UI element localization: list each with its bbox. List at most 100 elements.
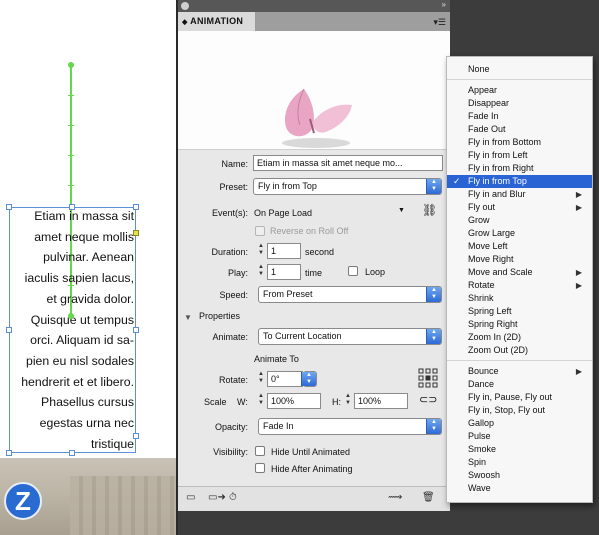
preset-menu-item[interactable]: Gallop — [447, 417, 592, 430]
duration-stepper-icon[interactable]: ▲ ▼ — [256, 243, 266, 259]
preset-menu-item-label: Fly in from Left — [468, 150, 528, 160]
preset-menu-item[interactable]: Wave — [447, 482, 592, 495]
events-dropdown-icon[interactable]: ▼ — [398, 207, 405, 214]
preset-menu-item-label: Bounce — [468, 366, 499, 376]
play-field[interactable]: 1 — [267, 264, 301, 280]
collapse-icon[interactable]: » — [442, 0, 446, 9]
preset-menu-item[interactable]: Disappear — [447, 97, 592, 110]
preset-menu-item[interactable]: Zoom Out (2D) — [447, 344, 592, 357]
preset-menu-item-label: Grow — [468, 215, 490, 225]
preset-menu-item[interactable]: Fly in, Pause, Fly out — [447, 391, 592, 404]
hide-after-checkbox[interactable] — [255, 463, 265, 473]
preset-menu-item[interactable]: Fly in from Left — [447, 149, 592, 162]
frame-handle-top-right[interactable] — [133, 204, 139, 210]
animate-select[interactable]: To Current Location ▲ ▼ — [258, 328, 442, 345]
frame-handle-middle-right[interactable] — [133, 327, 139, 333]
preset-select[interactable]: Fly in from Top ▲ ▼ — [253, 178, 442, 195]
preset-menu-item[interactable]: Move and Scale ▶ — [447, 266, 592, 279]
preset-menu-item-label: Fly in from Bottom — [468, 137, 542, 147]
opacity-select[interactable]: Fade In ▲ ▼ — [258, 418, 442, 435]
preset-menu-item[interactable]: Fly in, Stop, Fly out — [447, 404, 592, 417]
text-frame-out-port[interactable] — [133, 230, 139, 236]
hide-until-checkbox[interactable] — [255, 446, 265, 456]
tab-animation-label: ANIMATION — [190, 16, 244, 26]
rotate-field[interactable]: 0° — [267, 371, 303, 387]
preset-menu-item[interactable]: Spring Left — [447, 305, 592, 318]
preset-menu-item[interactable]: Swoosh — [447, 469, 592, 482]
speed-select[interactable]: From Preset ▲ ▼ — [258, 286, 442, 303]
properties-label[interactable]: Properties — [199, 311, 240, 321]
preset-menu-item[interactable]: Pulse — [447, 430, 592, 443]
preset-menu-item[interactable]: Fly in from Bottom — [447, 136, 592, 149]
show-animation-proxy-icon[interactable]: ▭➜ — [208, 492, 226, 503]
motion-path-end-point[interactable] — [68, 313, 74, 319]
constrain-link-icon[interactable]: ⊂⊃ — [419, 393, 437, 406]
duration-field[interactable]: 1 — [267, 243, 301, 259]
frame-handle-middle-left[interactable] — [6, 327, 12, 333]
preset-menu-item[interactable]: Spring Right — [447, 318, 592, 331]
rotate-dropdown[interactable]: ▲ ▼ — [301, 371, 317, 387]
preset-menu-item[interactable]: Grow Large — [447, 227, 592, 240]
scale-w-stepper-icon[interactable]: ▲ ▼ — [256, 393, 266, 409]
preview-spread-icon[interactable]: ▭ — [186, 492, 195, 503]
preset-menu-item-label: Spring Left — [468, 306, 512, 316]
timing-icon[interactable]: ⏱ — [229, 492, 237, 503]
preset-menu-item[interactable]: None — [447, 63, 592, 76]
preset-menu-item-label: Fade Out — [468, 124, 506, 134]
scale-h-field[interactable]: 100% — [354, 393, 408, 409]
convert-to-motion-path-icon[interactable]: ⟿ — [388, 492, 402, 503]
preset-menu-item[interactable]: Shrink — [447, 292, 592, 305]
stone-texture — [70, 476, 176, 535]
visibility-label: Visibility: — [213, 447, 248, 457]
preset-menu-item[interactable]: Move Left — [447, 240, 592, 253]
animation-preview[interactable] — [178, 31, 450, 150]
document-canvas[interactable]: Etiam in massa sit amet neque mollis pulvi… — [0, 0, 176, 535]
preset-menu-item[interactable]: Smoke — [447, 443, 592, 456]
preset-menu-item-label: Move Right — [468, 254, 514, 264]
scale-h-stepper-icon[interactable]: ▲ ▼ — [343, 393, 353, 409]
text-frame-line: Quisque ut tempus — [30, 312, 134, 327]
panel-close-icon[interactable] — [181, 2, 189, 10]
play-stepper-icon[interactable]: ▲ ▼ — [256, 264, 266, 280]
preset-dropdown-menu[interactable]: None Appear Disappear Fade In Fade Out Fly in… — [446, 56, 593, 503]
motion-path-start-point[interactable] — [68, 62, 74, 68]
reverse-checkbox[interactable] — [255, 226, 265, 236]
scale-w-field[interactable]: 100% — [267, 393, 321, 409]
panel-menu-icon[interactable]: ▾☰ — [433, 17, 446, 28]
preset-menu-item-label: Gallop — [468, 418, 495, 428]
preset-menu-item-label: Swoosh — [468, 470, 501, 480]
preset-menu-item[interactable]: Grow — [447, 214, 592, 227]
preset-menu-item[interactable]: Rotate ▶ — [447, 279, 592, 292]
trash-icon[interactable]: 🗑 — [422, 492, 435, 503]
panel-title-bar[interactable]: » — [178, 0, 450, 12]
preset-menu-item[interactable]: Fly out ▶ — [447, 201, 592, 214]
frame-handle-bottom-middle[interactable] — [69, 450, 75, 456]
preset-menu-item[interactable]: Dance — [447, 378, 592, 391]
preset-menu-item[interactable]: Fly in and Blur ▶ — [447, 188, 592, 201]
loop-checkbox[interactable] — [348, 266, 358, 276]
preset-menu-item[interactable]: Bounce ▶ — [447, 365, 592, 378]
preset-menu-item[interactable]: Fade In — [447, 110, 592, 123]
name-field[interactable]: Etiam in massa sit amet neque mo... — [253, 155, 443, 171]
preset-menu-item[interactable]: Fly in from Top ✓ — [447, 175, 592, 188]
frame-handle-top-middle[interactable] — [69, 204, 75, 210]
preset-menu-item[interactable]: Spin — [447, 456, 592, 469]
frame-handle-top-left[interactable] — [6, 204, 12, 210]
add-event-icon[interactable]: ⛓ — [422, 203, 437, 217]
preset-menu-item[interactable]: Appear — [447, 84, 592, 97]
preset-menu-item-label: Fly in from Top — [468, 176, 527, 186]
frame-handle-bottom-right[interactable] — [133, 433, 139, 439]
reference-point-icon[interactable] — [418, 368, 438, 388]
preset-menu-item[interactable]: Move Right — [447, 253, 592, 266]
selected-text-frame[interactable]: Etiam in massa sit amet neque mollis pulvi… — [9, 207, 136, 453]
events-value[interactable]: On Page Load — [254, 208, 312, 218]
panel-footer: ▭ ▭➜ ⏱ ⟿ 🗑 — [178, 486, 450, 511]
preset-menu-item[interactable]: Fly in from Right — [447, 162, 592, 175]
play-label: Play: — [227, 268, 248, 278]
properties-toggle-icon[interactable]: ▼ — [184, 313, 192, 322]
rotate-stepper-icon[interactable]: ▲ ▼ — [256, 371, 266, 387]
tab-animation[interactable]: ◆ ANIMATION — [178, 12, 256, 31]
frame-handle-bottom-left[interactable] — [6, 450, 12, 456]
preset-menu-item[interactable]: Zoom In (2D) — [447, 331, 592, 344]
preset-menu-item[interactable]: Fade Out — [447, 123, 592, 136]
